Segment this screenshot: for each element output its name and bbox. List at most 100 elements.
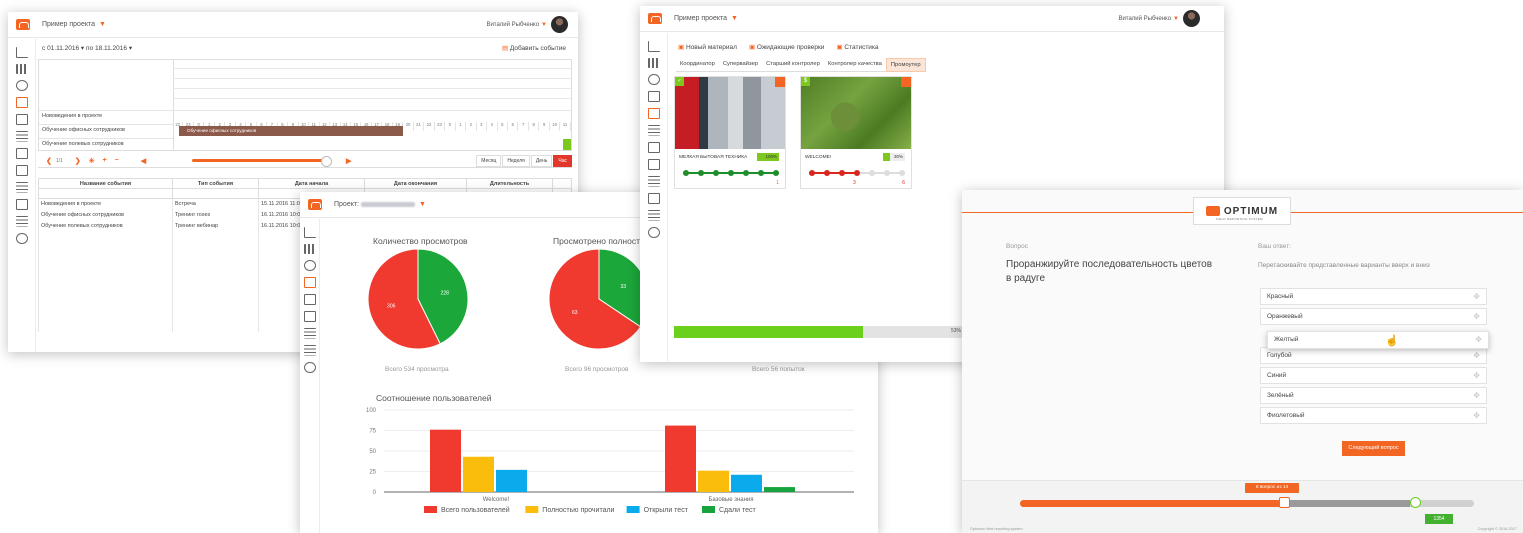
gantt-row[interactable]: Нововедения в проекте <box>39 110 173 121</box>
rewind-icon[interactable]: ◀ <box>141 157 146 165</box>
list-icon[interactable] <box>15 131 28 142</box>
camera-icon[interactable] <box>303 311 316 322</box>
column-header[interactable]: Дата начала <box>258 178 365 189</box>
list-icon[interactable] <box>647 125 660 136</box>
legend-label[interactable]: Полностью прочитали <box>542 507 614 514</box>
project-selector[interactable]: Пример проекта ▼ <box>674 15 738 22</box>
rank-option[interactable]: Фиолетовый ✥ <box>1260 407 1487 424</box>
home-icon[interactable] <box>303 227 316 238</box>
document-icon[interactable] <box>15 199 28 210</box>
rank-option-dragging[interactable]: Желтый ✥ <box>1267 331 1489 349</box>
date-from-input[interactable]: 01.11.2016 <box>47 45 79 52</box>
bar[interactable] <box>463 456 494 492</box>
view-hour-button[interactable]: Час <box>553 155 572 167</box>
column-header[interactable]: Дата окончания <box>364 178 467 189</box>
material-card[interactable]: ✓ МЕЛКАЯ БЫТОВАЯ ТЕХНИКА 100% 1 <box>674 76 786 189</box>
move-icon[interactable]: ✥ <box>1475 332 1482 348</box>
chart-icon[interactable] <box>303 244 316 254</box>
tab-coordinator[interactable]: Координатор <box>676 58 719 72</box>
tab-promoter[interactable]: Промоутер <box>885 58 926 72</box>
move-icon[interactable]: ✥ <box>1473 368 1480 384</box>
home-icon[interactable] <box>15 47 28 58</box>
rank-option[interactable]: Оранжевый ✥ <box>1260 308 1487 325</box>
statistics-link[interactable]: Статистика <box>836 43 878 51</box>
tab-senior-controller[interactable]: Старший контролер <box>762 58 824 72</box>
move-icon[interactable]: ✥ <box>1473 388 1480 404</box>
users-icon[interactable] <box>303 260 316 271</box>
view-day-button[interactable]: День <box>530 155 553 167</box>
column-header[interactable]: Тип события <box>172 178 259 189</box>
project-selector[interactable]: Проект: ▼ <box>334 201 426 208</box>
rank-option[interactable]: Красный ✥ <box>1260 288 1487 305</box>
legend-label[interactable]: Открыли тест <box>644 507 689 514</box>
app-logo-icon[interactable] <box>308 199 322 210</box>
user-menu[interactable]: Виталий Рыбченко ▼ <box>1118 10 1200 27</box>
zoom-slider[interactable] <box>192 156 332 167</box>
bar[interactable] <box>764 487 795 492</box>
tab-quality-controller[interactable]: Контролер качества <box>823 58 886 72</box>
users-icon[interactable] <box>15 80 28 91</box>
project-selector[interactable]: Пример проекта ▼ <box>42 21 106 28</box>
bar[interactable] <box>665 425 696 492</box>
move-icon[interactable]: ✥ <box>1473 309 1480 325</box>
pencil-icon[interactable] <box>775 77 785 87</box>
pencil-icon[interactable] <box>901 77 911 87</box>
gear-icon[interactable] <box>303 362 316 373</box>
forward-icon[interactable]: ▶ <box>346 157 351 165</box>
plus-icon[interactable]: + <box>103 157 107 164</box>
users-icon[interactable] <box>647 74 660 85</box>
document-icon[interactable] <box>647 193 660 204</box>
app-logo-icon[interactable] <box>16 19 30 30</box>
filter-cell[interactable] <box>172 188 259 199</box>
bar[interactable] <box>430 429 461 492</box>
next-page-icon[interactable]: ❯ <box>75 157 81 165</box>
filter-cell[interactable] <box>38 188 173 199</box>
move-icon[interactable]: ✥ <box>1473 348 1480 364</box>
gantt-row[interactable]: Обучение полевых сотрудников <box>39 138 173 149</box>
prev-page-icon[interactable]: ❮ <box>46 157 52 165</box>
home-icon[interactable] <box>647 41 660 52</box>
legend-label[interactable]: Всего пользователей <box>441 506 510 514</box>
rank-option[interactable]: Синий ✥ <box>1260 367 1487 384</box>
add-event-button[interactable]: Добавить событие <box>502 44 566 52</box>
column-header[interactable]: Название события <box>38 178 173 189</box>
gear-icon[interactable] <box>15 233 28 244</box>
gear-icon[interactable] <box>647 227 660 238</box>
calendar-icon[interactable] <box>647 91 660 102</box>
column-header[interactable]: Длительность <box>466 178 553 189</box>
id-card-icon[interactable] <box>303 294 316 305</box>
new-material-link[interactable]: Новый материал <box>678 43 737 51</box>
pending-review-link[interactable]: Ожидающие проверки <box>749 43 825 51</box>
gantt-event-bar[interactable]: Обучение офисных сотрудников <box>179 126 403 136</box>
rank-option[interactable]: Зелёный ✥ <box>1260 387 1487 404</box>
view-week-button[interactable]: Неделя <box>502 155 530 167</box>
move-icon[interactable]: ✥ <box>1473 408 1480 424</box>
id-card-icon[interactable] <box>647 142 660 153</box>
checklist-icon[interactable] <box>15 182 28 193</box>
camera-icon[interactable] <box>647 159 660 170</box>
calendar-icon[interactable] <box>15 97 28 108</box>
checklist-icon[interactable] <box>647 176 660 187</box>
book-icon[interactable] <box>15 114 28 125</box>
minus-icon[interactable]: − <box>115 157 119 164</box>
material-card[interactable]: $ WELCOME! 30% 3 6 <box>800 76 912 189</box>
book-icon[interactable] <box>647 108 660 119</box>
tab-supervisor[interactable]: Супервайзер <box>718 58 763 72</box>
chart-icon[interactable] <box>647 58 660 68</box>
legend-label[interactable]: Сдали тест <box>719 507 756 514</box>
bar[interactable] <box>731 474 762 492</box>
sliders-icon[interactable] <box>303 345 316 356</box>
bar[interactable] <box>496 469 527 492</box>
view-month-button[interactable]: Месяц <box>476 155 502 167</box>
app-logo-icon[interactable] <box>648 13 662 24</box>
rank-option[interactable]: Голубой ✥ <box>1260 347 1487 364</box>
move-icon[interactable]: ✥ <box>1473 289 1480 305</box>
id-card-icon[interactable] <box>15 148 28 159</box>
document-icon[interactable] <box>303 328 316 339</box>
sliders-icon[interactable] <box>647 210 660 221</box>
bar[interactable] <box>698 470 729 492</box>
user-menu[interactable]: Виталий Рыбченко ▼ <box>486 16 568 33</box>
date-to-input[interactable]: 18.11.2016 <box>95 45 127 52</box>
gantt-row[interactable]: Обучение офисных сотрудников <box>39 124 173 135</box>
next-question-button[interactable]: Следующий вопрос <box>1342 441 1405 456</box>
